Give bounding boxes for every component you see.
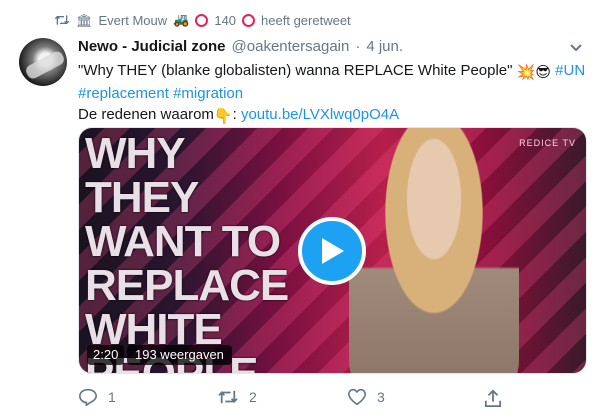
- retweet-count: 2: [249, 389, 257, 405]
- reply-icon: [78, 388, 98, 406]
- retweet-icon: [54, 13, 70, 27]
- ring-icon: [242, 13, 256, 27]
- retweet-button[interactable]: 2: [217, 388, 257, 406]
- retweeter-count: 140: [214, 12, 237, 28]
- retweet-context: 🏛 Evert Mouw 🚜 140 heeft geretweet: [54, 10, 351, 30]
- share-icon: [484, 389, 502, 407]
- bank-icon: 🏛: [76, 12, 93, 28]
- retweeter-name[interactable]: Evert Mouw: [99, 13, 168, 28]
- tweet-text: "Why THEY (blanke globalisten) wanna REP…: [78, 60, 588, 127]
- tweet-date[interactable]: 4 jun.: [366, 38, 403, 55]
- video-thumbnail-person: [349, 128, 519, 373]
- tweet-line-1: "Why THEY (blanke globalisten) wanna REP…: [78, 62, 513, 79]
- like-count: 3: [377, 389, 385, 405]
- separator: ·: [355, 38, 361, 55]
- explosion-emoji: 💥: [516, 64, 536, 81]
- retweet-icon: [218, 390, 238, 404]
- hashtag-migration[interactable]: #migration: [173, 85, 243, 102]
- hashtag-un[interactable]: #UN: [555, 62, 585, 79]
- hashtag-replacement[interactable]: #replacement: [78, 85, 169, 102]
- tweet-header: Newo - Judicial zone @oakentersagain · 4…: [78, 38, 403, 55]
- video-badge: REDICE TV: [519, 138, 576, 148]
- play-button[interactable]: [298, 217, 366, 285]
- chevron-down-icon[interactable]: [569, 40, 583, 58]
- tweet-line-3: De redenen waarom: [78, 106, 214, 123]
- video-link[interactable]: youtu.be/LVXlwq0pO4A: [241, 106, 399, 123]
- like-button[interactable]: 3: [347, 388, 385, 406]
- sunglasses-emoji: 😎: [535, 64, 551, 81]
- reply-count: 1: [108, 389, 116, 405]
- point-down-emoji: 👇: [213, 108, 233, 125]
- tractor-icon: 🚜: [173, 12, 190, 27]
- like-icon: [347, 388, 367, 406]
- colon: :: [232, 106, 237, 123]
- play-icon: [322, 238, 344, 264]
- author-name[interactable]: Newo - Judicial zone: [78, 38, 226, 55]
- ring-icon: [195, 13, 209, 27]
- reply-button[interactable]: 1: [78, 388, 116, 406]
- video-overlay-text: WHY THEY WANT TO REPLACE WHITE PEOPLE: [85, 129, 289, 374]
- share-button[interactable]: [484, 388, 502, 408]
- retweet-suffix: heeft geretweet: [261, 12, 351, 28]
- avatar[interactable]: [19, 38, 67, 86]
- tweet-actions: 1 2 3: [78, 388, 518, 412]
- video-player[interactable]: WHY THEY WANT TO REPLACE WHITE PEOPLE RE…: [78, 127, 587, 374]
- video-duration: 2:20: [87, 345, 125, 365]
- author-handle[interactable]: @oakentersagain: [232, 38, 350, 55]
- video-views: 193 weergaven: [127, 345, 232, 365]
